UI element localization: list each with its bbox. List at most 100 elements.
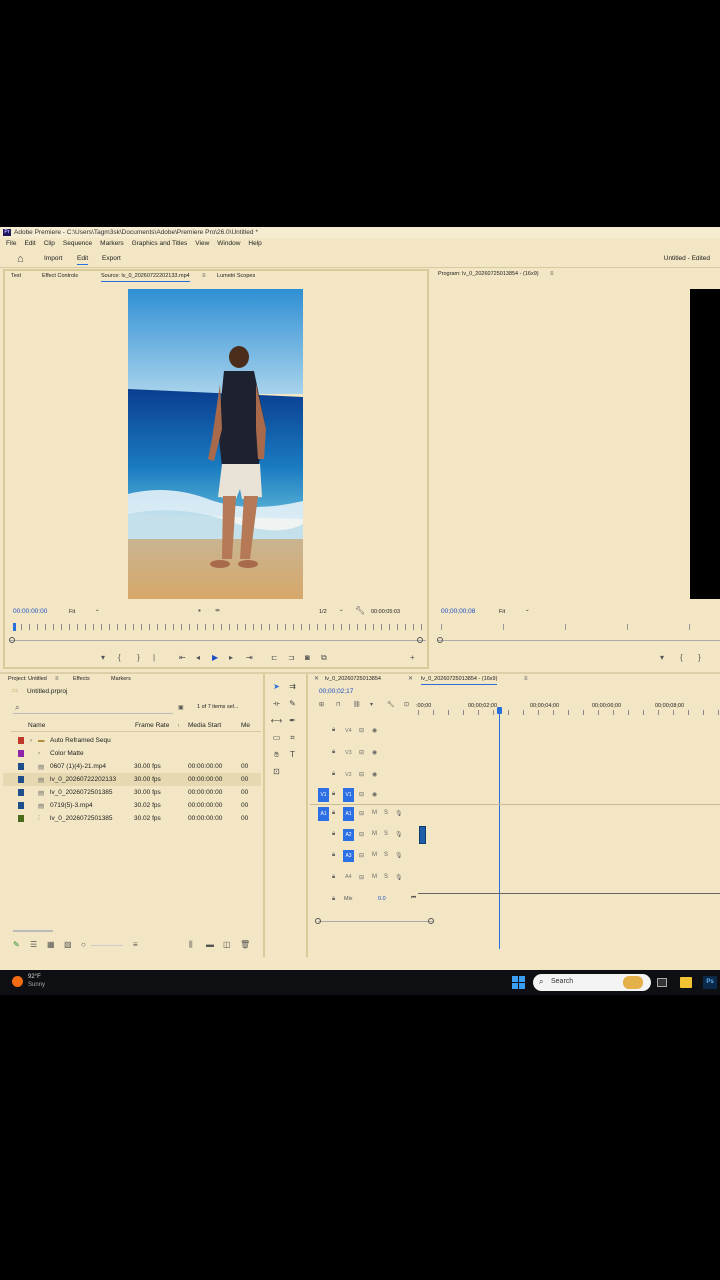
- track-lock-icon[interactable]: 🔒︎: [332, 852, 339, 859]
- menu-file[interactable]: File: [6, 238, 16, 250]
- wrench-icon[interactable]: 🔧︎: [387, 700, 395, 710]
- freeform-view-icon[interactable]: ▧: [64, 940, 72, 950]
- zoom-handle-left[interactable]: [9, 637, 15, 643]
- menu-window[interactable]: Window: [217, 238, 240, 250]
- panel-menu-icon[interactable]: ≡: [202, 271, 206, 281]
- play-icon[interactable]: ▶: [212, 653, 218, 663]
- zoom-slider[interactable]: [91, 945, 123, 946]
- list-item[interactable]: ▤ 0607 (1)(4)-21.mp4 30.00 fps 00:00:00:…: [3, 760, 261, 773]
- list-item[interactable]: ▤ lv_0_2026072501385 30.00 fps 00:00:00:…: [3, 786, 261, 799]
- zoom-handle-left[interactable]: [315, 918, 321, 924]
- track-sync-icon[interactable]: ⊟: [359, 771, 368, 778]
- go-to-out-icon[interactable]: ⇥: [246, 653, 253, 663]
- track-sync-icon[interactable]: ⊟: [359, 852, 368, 859]
- mute-icon[interactable]: M: [372, 810, 381, 816]
- file-explorer-icon[interactable]: [680, 977, 692, 988]
- taskbar-search-box[interactable]: ⌕ Search: [533, 974, 651, 991]
- track-lock-icon[interactable]: 🔒︎: [332, 791, 339, 798]
- panel-menu-icon[interactable]: ≡: [55, 674, 59, 684]
- timeline-playhead[interactable]: [497, 707, 502, 714]
- list-item[interactable]: ⫶ lv_0_2026072501385 30.02 fps 00:00:00:…: [3, 812, 261, 825]
- solo-icon[interactable]: S: [384, 810, 392, 816]
- search-input[interactable]: [13, 713, 173, 714]
- zoom-handle-left[interactable]: [437, 637, 443, 643]
- panel-menu-icon[interactable]: ≡: [550, 269, 554, 279]
- ripple-edit-icon[interactable]: ⟛: [270, 697, 283, 710]
- add-marker-icon[interactable]: ▾: [370, 700, 373, 710]
- column-media-start[interactable]: Media Start: [188, 720, 221, 732]
- tab-effect-controls[interactable]: Effect Controls: [42, 271, 78, 281]
- tab-import[interactable]: Import: [44, 254, 62, 264]
- chevron-down-icon[interactable]: ⌄: [525, 607, 530, 613]
- timeline-zoom-bar[interactable]: [318, 921, 433, 922]
- trash-icon[interactable]: 🗑︎: [240, 940, 250, 950]
- search-icon[interactable]: ⌕: [15, 703, 19, 713]
- mark-out-icon[interactable]: }: [698, 653, 701, 663]
- menu-clip[interactable]: Clip: [44, 238, 55, 250]
- tab-text[interactable]: Text: [11, 271, 21, 281]
- insert-icon[interactable]: ⇹: [215, 606, 220, 616]
- chevron-down-icon[interactable]: ⌄: [95, 607, 100, 613]
- track-label[interactable]: A3: [343, 850, 354, 862]
- nest-icon[interactable]: ⊞: [319, 700, 324, 710]
- pen-tool-icon[interactable]: ✒: [286, 714, 299, 727]
- step-back-icon[interactable]: ◂: [196, 653, 200, 663]
- program-title[interactable]: Program: lv_0_20260725013854 - (16x9): [438, 269, 539, 279]
- microphone-icon[interactable]: 🎙︎: [395, 810, 407, 817]
- hand-tool-icon[interactable]: ✋︎: [270, 748, 283, 761]
- track-sync-icon[interactable]: ⊟: [359, 874, 368, 881]
- go-to-start-icon[interactable]: ⏮︎: [411, 895, 416, 902]
- microphone-icon[interactable]: 🎙︎: [395, 831, 407, 838]
- home-icon[interactable]: ⌂: [17, 253, 24, 265]
- find-icon[interactable]: ▬: [206, 940, 214, 950]
- solo-icon[interactable]: S: [384, 874, 392, 880]
- mix-volume[interactable]: 0.0: [378, 896, 386, 902]
- tab-sequence-2[interactable]: lv_0_20260725013854 - (16x9): [421, 674, 498, 685]
- pencil-icon[interactable]: ✎: [13, 940, 20, 950]
- menu-view[interactable]: View: [195, 238, 209, 250]
- photoshop-icon[interactable]: Ps: [703, 976, 717, 989]
- project-scrollbar[interactable]: [13, 930, 53, 932]
- tab-lumetri-scopes[interactable]: Lumetri Scopes: [217, 271, 255, 281]
- solo-icon[interactable]: S: [384, 831, 392, 837]
- new-item-icon[interactable]: ◫: [223, 940, 231, 950]
- tab-markers[interactable]: Markers: [111, 674, 131, 684]
- list-view-icon[interactable]: ☰: [30, 940, 37, 950]
- eye-icon[interactable]: ◉: [372, 791, 381, 798]
- timeline-ruler[interactable]: [418, 710, 720, 715]
- source-playhead[interactable]: [13, 623, 16, 631]
- caption-tool-icon[interactable]: ⊡: [270, 765, 283, 778]
- tab-effects[interactable]: Effects: [73, 674, 90, 684]
- task-view-icon[interactable]: [657, 978, 667, 987]
- chevron-right-icon[interactable]: ›: [30, 737, 38, 744]
- icon-view-icon[interactable]: ▦: [47, 940, 55, 950]
- track-label[interactable]: A1: [343, 807, 354, 821]
- windows-start-icon[interactable]: [512, 976, 525, 989]
- add-marker-icon[interactable]: ▾: [660, 653, 664, 663]
- overwrite-clip-icon[interactable]: ⊐: [288, 653, 295, 663]
- timeline-timecode[interactable]: 00;00;02;17: [319, 688, 353, 695]
- slip-tool-icon[interactable]: ⟷: [270, 714, 283, 727]
- weather-condition[interactable]: Sunny: [28, 982, 45, 988]
- mark-in-icon[interactable]: {: [118, 653, 121, 663]
- close-icon[interactable]: ✕: [408, 674, 413, 684]
- weather-sun-icon[interactable]: [12, 976, 23, 987]
- new-bin-icon[interactable]: ▣: [178, 703, 184, 713]
- mark-in-icon[interactable]: {: [680, 653, 683, 663]
- track-sync-icon[interactable]: ⊟: [359, 749, 368, 756]
- tab-project[interactable]: Project: Untitled: [8, 674, 47, 684]
- track-label[interactable]: V2: [345, 772, 352, 778]
- track-lock-icon[interactable]: 🔒︎: [332, 896, 339, 903]
- track-sync-icon[interactable]: ⊟: [359, 791, 368, 798]
- zoom-handle-right[interactable]: [428, 918, 434, 924]
- tab-source[interactable]: Source: lv_0_20260722202133.mp4: [101, 271, 190, 282]
- source-timecode[interactable]: 00:00:00:00: [13, 608, 47, 615]
- tab-sequence-1[interactable]: lv_0_20260725013854: [325, 674, 381, 684]
- resolution-select[interactable]: 1/2: [319, 609, 327, 615]
- eye-icon[interactable]: ◉: [372, 749, 381, 756]
- track-lock-icon[interactable]: 🔒︎: [332, 749, 339, 756]
- microphone-icon[interactable]: 🎙︎: [395, 874, 407, 881]
- list-item[interactable]: ▫ Color Matte: [3, 747, 261, 760]
- weather-temperature[interactable]: 92°F: [28, 974, 41, 980]
- razor-icon[interactable]: ✎: [286, 697, 299, 710]
